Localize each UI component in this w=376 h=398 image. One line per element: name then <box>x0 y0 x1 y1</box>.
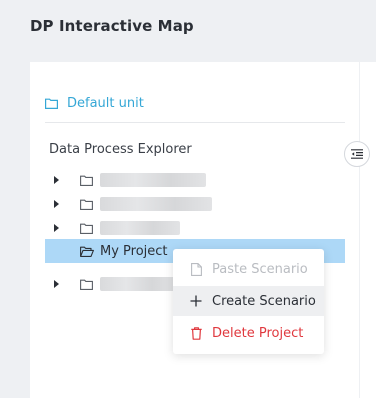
redacted-label <box>100 173 206 187</box>
trash-icon <box>189 326 203 340</box>
expand-caret-icon[interactable] <box>54 200 59 208</box>
paste-icon <box>189 262 203 276</box>
tree-row[interactable] <box>45 192 345 216</box>
expand-caret-icon[interactable] <box>54 176 59 184</box>
redacted-label <box>100 221 180 235</box>
folder-icon <box>80 222 94 234</box>
folder-icon <box>80 174 94 186</box>
expand-caret-icon[interactable] <box>54 224 59 232</box>
menu-item-label: Create Scenario <box>212 293 316 309</box>
tree-row[interactable] <box>45 168 345 192</box>
menu-item-delete-project[interactable]: Delete Project <box>173 318 324 348</box>
tab-label: Default unit <box>67 95 144 111</box>
indent-list-icon <box>351 149 363 159</box>
folder-icon <box>80 198 94 210</box>
explorer-title: Data Process Explorer <box>49 142 192 157</box>
context-menu: Paste Scenario Create Scenario Delete Pr… <box>173 249 324 354</box>
menu-item-paste-scenario[interactable]: Paste Scenario <box>173 254 324 284</box>
app-title: DP Interactive Map <box>30 17 194 35</box>
menu-item-create-scenario[interactable]: Create Scenario <box>173 286 324 316</box>
collapse-panel-button[interactable] <box>344 141 370 167</box>
expand-caret-icon[interactable] <box>54 280 59 288</box>
tab-default-unit[interactable]: Default unit <box>45 93 144 113</box>
folder-outline-icon <box>45 98 58 109</box>
redacted-label <box>100 277 178 291</box>
plus-icon <box>189 294 203 308</box>
menu-item-label: Delete Project <box>212 325 304 341</box>
tab-divider <box>45 122 345 123</box>
redacted-label <box>100 197 212 211</box>
right-panel-edge <box>360 62 376 398</box>
folder-open-icon <box>80 245 94 257</box>
menu-item-label: Paste Scenario <box>212 261 308 277</box>
tree-row[interactable] <box>45 216 345 240</box>
tree-row-label: My Project <box>100 243 168 259</box>
folder-icon <box>80 278 94 290</box>
